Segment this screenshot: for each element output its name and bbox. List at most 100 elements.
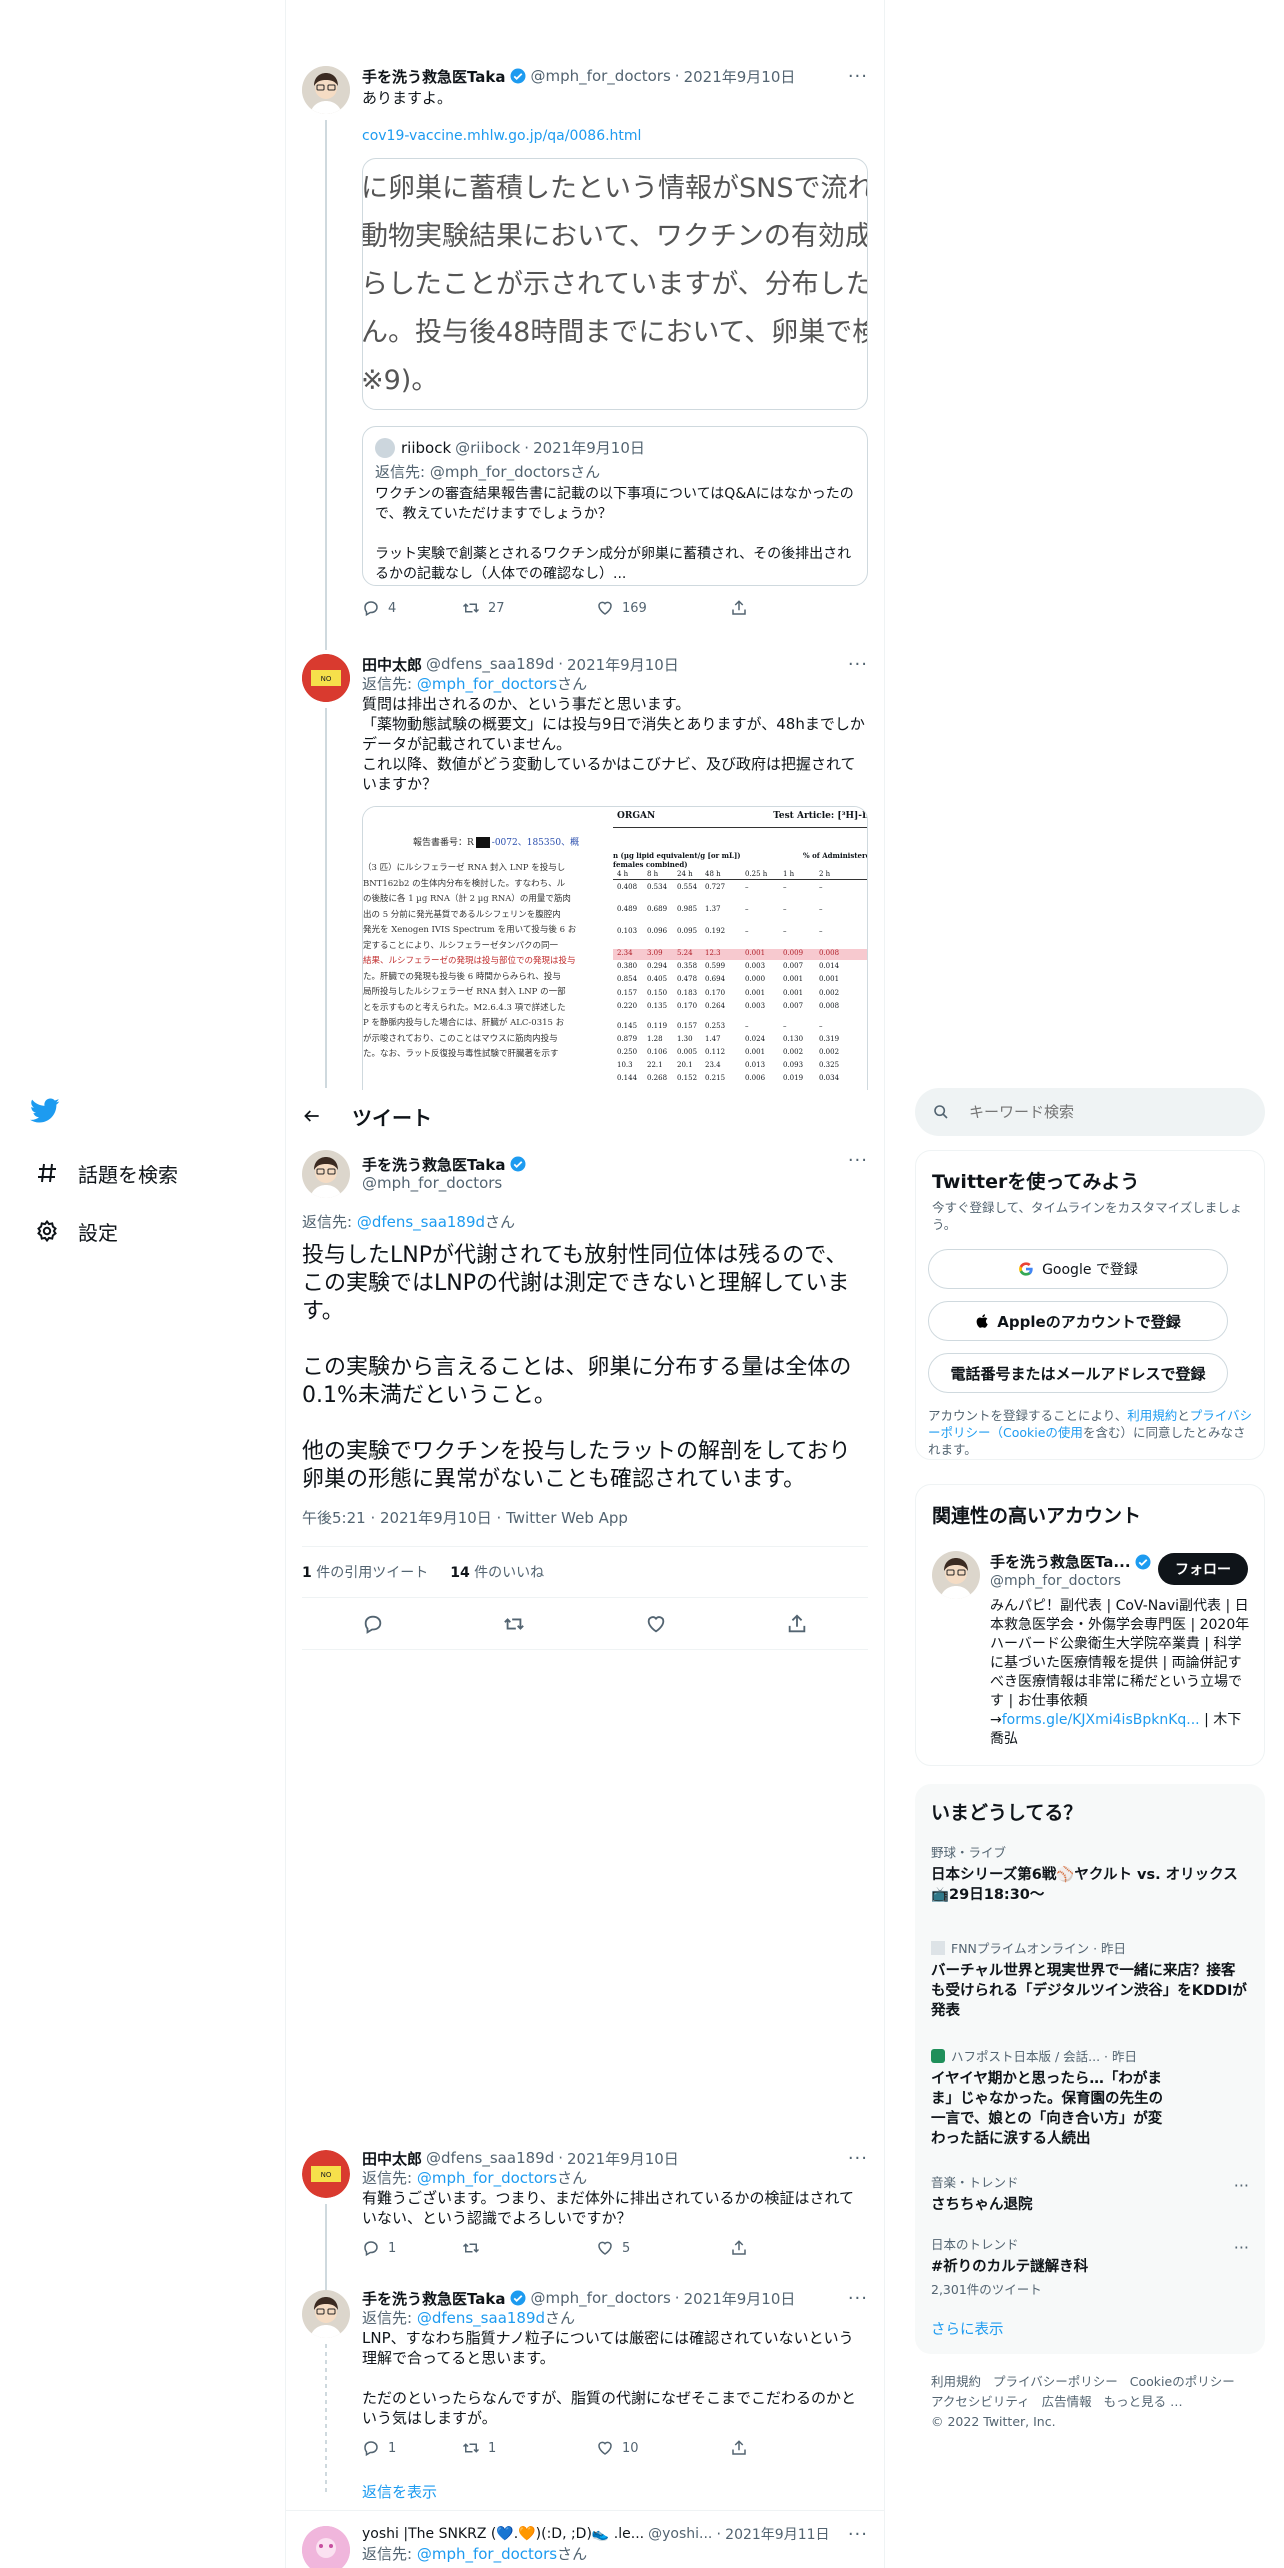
avatar[interactable] (302, 66, 350, 114)
footer-link[interactable]: アクセシビリティ (931, 2392, 1030, 2412)
reply-button[interactable]: 1 (362, 2239, 462, 2257)
author-name[interactable]: 手を洗う救急医Taka (362, 66, 506, 87)
reply-mention[interactable]: @dfens_saa189d (357, 1213, 485, 1231)
like-button[interactable]: 10 (596, 2439, 730, 2457)
more-options-icon[interactable]: ··· (1234, 2176, 1249, 2195)
search-box[interactable] (915, 1088, 1265, 1136)
avatar[interactable]: NO (302, 654, 350, 702)
author-name[interactable]: 田中太郎 (362, 2148, 422, 2169)
more-options-icon[interactable]: ··· (848, 2148, 868, 2169)
more-options-icon[interactable]: ··· (848, 654, 868, 675)
table-column-header: 48 h (705, 870, 721, 878)
trend-item[interactable]: 野球・ライブ 日本シリーズ第6戦⚾ヤクルト vs. オリックス📺29日18:30… (931, 1842, 1249, 1905)
trend-item[interactable]: 音楽・トレンド さちちゃん退院 ··· (931, 2172, 1249, 2215)
phone-email-signup-button[interactable]: 電話番号またはメールアドレスで登録 (928, 1353, 1228, 1393)
retweet-button[interactable]: 27 (462, 599, 596, 617)
doc-line: 局所投与したルシフェラーゼ RNA 封入 LNP の一部 (363, 987, 566, 997)
table-cell: 0.694 (705, 975, 726, 984)
trend-item[interactable]: ハフポスト日本版 / 会話... · 昨日 イヤイヤ期かと思ったら…「わがまま」… (931, 2046, 1249, 2149)
reply-mention[interactable]: @mph_for_doctors (417, 2169, 557, 2187)
avatar[interactable] (302, 2290, 350, 2338)
footer-link[interactable]: プライバシーポリシー (993, 2372, 1118, 2392)
terms-link[interactable]: 利用規約 (1127, 1408, 1177, 1423)
trend-count: 2,301件のツイート (931, 2282, 1042, 2297)
footer-link[interactable]: 広告情報 (1042, 2392, 1092, 2412)
reply-button[interactable]: 1 (362, 2439, 462, 2457)
tweet-image[interactable]: 報告書番号：R -0072、185350、概 （3 匹）にルシフェラーゼ RNA … (362, 806, 868, 1096)
like-button[interactable]: 5 (596, 2239, 730, 2257)
like-count: 10 (622, 2440, 639, 2456)
heart-icon[interactable] (645, 1613, 667, 1635)
author-name[interactable]: yoshi |The SNKRZ (💙.🧡)(:D, ;D)👟 .le... (362, 2526, 644, 2542)
author-name[interactable]: 手を洗う救急医Taka (362, 1154, 506, 1175)
twitter-logo[interactable] (30, 1098, 60, 1124)
more-options-icon[interactable]: ··· (848, 1150, 868, 1171)
reply-taka[interactable]: 手を洗う救急医Taka @mph_for_doctors · 2021年9月10… (286, 2286, 884, 2466)
reply-mention[interactable]: @dfens_saa189d (417, 2309, 545, 2327)
retweet-button[interactable] (462, 2239, 596, 2257)
footer-link[interactable]: Cookieのポリシー (1130, 2372, 1235, 2392)
tweet-date[interactable]: 2021年9月10日 (567, 654, 679, 675)
trend-item[interactable]: 日本のトレンド #祈りのカルテ謎解き科 2,301件のツイート ··· (931, 2234, 1249, 2298)
author-handle[interactable]: @mph_for_doctors (362, 1174, 531, 1192)
link-card-image[interactable]: に卵巣に蓄積したという情報がSNSで流れ 動物実験結果において、ワクチンの有効成分… (362, 158, 868, 410)
more-options-icon[interactable]: ··· (848, 2288, 868, 2309)
author-handle[interactable]: @dfens_saa189d (426, 2149, 554, 2167)
retweet-icon[interactable] (503, 1613, 525, 1635)
author-handle[interactable]: @dfens_saa189d (426, 655, 554, 673)
author-handle[interactable]: @mph_for_doctors (531, 67, 671, 85)
footer-link[interactable]: 利用規約 (931, 2372, 981, 2392)
trend-item[interactable]: FNNプライムオンライン · 昨日 バーチャル世界と現実世界で一緒に来店？接客も… (931, 1938, 1249, 2021)
show-more-link[interactable]: さらに表示 (931, 2318, 1004, 2339)
tweet-link[interactable]: cov19-vaccine.mhlw.go.jp/qa/0086.html (362, 126, 868, 146)
quote-tweets-stat[interactable]: 1 件の引用ツイート (302, 1562, 428, 1582)
quote-tweet[interactable]: riibock @riibock · 2021年9月10日 返信先: @mph_… (362, 426, 868, 586)
footer-link[interactable]: もっと見る … (1104, 2392, 1183, 2412)
author-name[interactable]: 手を洗う救急医Taka (362, 2288, 506, 2309)
tweet-timestamp[interactable]: 午後5:21 · 2021年9月10日 · Twitter Web App (302, 1508, 868, 1528)
reply-mention[interactable]: @mph_for_doctors (417, 675, 557, 693)
reply-yoshi[interactable]: yoshi |The SNKRZ (💙.🧡)(:D, ;D)👟 .le... @… (286, 2522, 884, 2568)
bio-link[interactable]: forms.gle/KJXmi4isBpknKq... (1002, 1712, 1200, 1728)
table-subheader-2: females combined) (613, 860, 688, 869)
share-button[interactable] (730, 2239, 830, 2257)
tweet-date[interactable]: 2021年9月10日 (567, 2148, 679, 2169)
avatar[interactable] (932, 1551, 980, 1599)
table-cell: – (783, 883, 787, 891)
share-button[interactable] (730, 599, 830, 617)
likes-stat[interactable]: 14 件のいいね (450, 1562, 544, 1582)
reply-tanaka[interactable]: NO 田中太郎 @dfens_saa189d · 2021年9月10日 ··· … (286, 2146, 884, 2271)
tweet-taka-1[interactable]: 手を洗う救急医Taka @mph_for_doctors · 2021年9月10… (286, 62, 884, 647)
reply-button[interactable]: 4 (362, 599, 462, 617)
tweet-date[interactable]: 2021年9月10日 (684, 66, 796, 87)
more-options-icon[interactable]: ··· (848, 2524, 868, 2545)
share-icon[interactable] (786, 1613, 808, 1635)
nav-settings[interactable]: 設定 (30, 1214, 118, 1248)
reply-mention[interactable]: @mph_for_doctors (417, 2545, 557, 2563)
like-button[interactable]: 169 (596, 599, 730, 617)
show-replies-link[interactable]: 返信を表示 (362, 2481, 437, 2502)
avatar[interactable] (302, 1150, 350, 1198)
author-handle[interactable]: @mph_for_doctors (531, 2289, 671, 2307)
relevant-account-name[interactable]: 手を洗う救急医Ta... (990, 1551, 1131, 1572)
author-handle[interactable]: @yoshi... (648, 2526, 712, 2542)
author-name[interactable]: 田中太郎 (362, 654, 422, 675)
tweet-date[interactable]: 2021年9月10日 (684, 2288, 796, 2309)
more-options-icon[interactable]: ··· (848, 66, 868, 87)
nav-explore[interactable]: 話題を検索 (30, 1156, 178, 1190)
follow-button[interactable]: フォロー (1158, 1553, 1248, 1585)
search-input[interactable] (969, 1103, 1229, 1121)
tweet-date[interactable]: 2021年9月11日 (725, 2524, 829, 2544)
tweet-tanaka-1[interactable]: NO 田中太郎 @dfens_saa189d · 2021年9月10日 ··· … (286, 652, 884, 1096)
table-cell: – (819, 1021, 823, 1030)
reply-icon[interactable] (362, 1613, 384, 1635)
relevant-account-handle[interactable]: @mph_for_doctors (990, 1573, 1121, 1589)
share-button[interactable] (730, 2439, 830, 2457)
apple-signup-button[interactable]: Appleのアカウントで登録 (928, 1301, 1228, 1341)
google-signup-button[interactable]: Google で登録 (928, 1249, 1228, 1289)
avatar[interactable] (302, 2526, 350, 2568)
retweet-button[interactable]: 1 (462, 2439, 596, 2457)
avatar[interactable]: NO (302, 2150, 350, 2198)
back-arrow-icon[interactable] (302, 1106, 322, 1126)
more-options-icon[interactable]: ··· (1234, 2238, 1249, 2257)
